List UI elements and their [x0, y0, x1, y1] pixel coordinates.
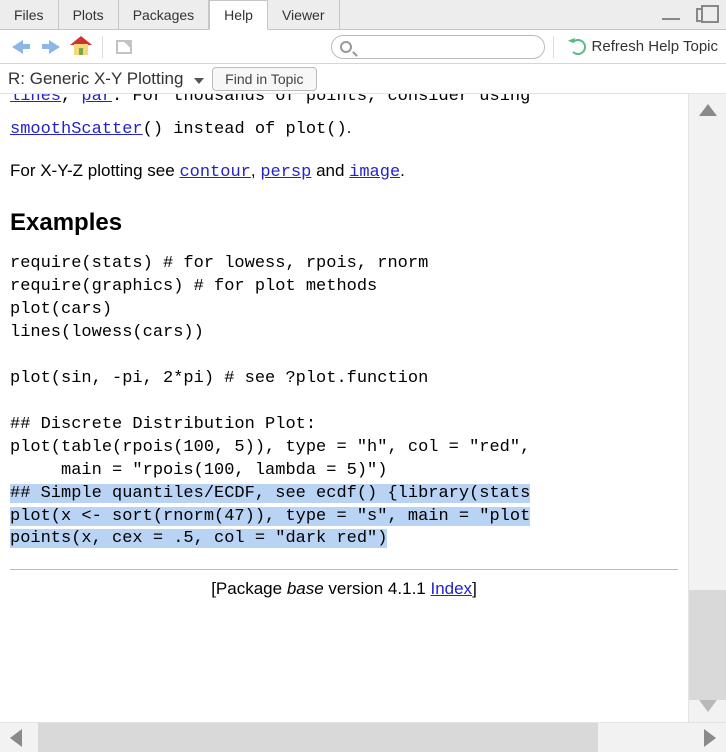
- refresh-help-button[interactable]: Refresh Help Topic: [570, 38, 718, 55]
- help-text-fragment: lines, par. For thousands of points, con…: [10, 94, 678, 109]
- link-contour[interactable]: contour: [179, 163, 250, 182]
- toolbar-divider: [102, 36, 103, 58]
- footer-separator: [10, 569, 678, 570]
- example-code-selected[interactable]: ## Simple quantiles/ECDF, see ecdf() {li…: [10, 483, 678, 552]
- horizontal-scroll-thumb[interactable]: [38, 723, 598, 752]
- horizontal-scrollbar[interactable]: [0, 722, 726, 752]
- tab-help[interactable]: Help: [209, 0, 268, 30]
- tab-viewer[interactable]: Viewer: [268, 0, 340, 29]
- scroll-left-arrow-icon[interactable]: [10, 729, 22, 747]
- footer-package-name: base: [287, 579, 324, 598]
- link-lines[interactable]: lines: [10, 94, 61, 106]
- show-in-new-window-button[interactable]: [111, 34, 137, 60]
- selected-text: ## Simple quantiles/ECDF, see ecdf() {li…: [10, 484, 530, 549]
- help-text-line: smoothScatter() instead of plot().: [10, 117, 678, 142]
- help-search-field[interactable]: [356, 38, 536, 55]
- example-code-block[interactable]: require(stats) # for lowess, rpois, rnor…: [10, 253, 678, 482]
- maximize-pane-icon[interactable]: [690, 2, 716, 28]
- forward-button[interactable]: [38, 34, 64, 60]
- link-persp[interactable]: persp: [260, 163, 311, 182]
- help-text: and: [311, 161, 349, 180]
- help-text: . For thousands of points, consider usin…: [112, 94, 530, 106]
- help-search-input[interactable]: [331, 35, 545, 59]
- link-smoothscatter[interactable]: smoothScatter: [10, 120, 143, 139]
- scroll-right-arrow-icon[interactable]: [704, 729, 716, 747]
- back-button[interactable]: [8, 34, 34, 60]
- pane-tabbar: Files Plots Packages Help Viewer: [0, 0, 726, 30]
- examples-heading: Examples: [10, 207, 678, 239]
- help-toolbar: Refresh Help Topic: [0, 30, 726, 64]
- refresh-icon: [570, 39, 586, 55]
- footer-text: [Package: [211, 579, 287, 598]
- scroll-down-arrow-icon[interactable]: [699, 700, 717, 712]
- find-in-topic-button[interactable]: Find in Topic: [212, 67, 316, 91]
- home-button[interactable]: [68, 34, 94, 60]
- link-par[interactable]: par: [81, 94, 112, 106]
- help-text: () instead of: [143, 120, 286, 139]
- help-text: .: [347, 118, 352, 137]
- link-image[interactable]: image: [349, 163, 400, 182]
- link-package-index[interactable]: Index: [430, 579, 472, 598]
- help-paragraph: For X-Y-Z plotting see contour, persp an…: [10, 160, 678, 185]
- topic-title[interactable]: R: Generic X-Y Plotting: [8, 69, 204, 89]
- toolbar-divider-2: [553, 36, 554, 58]
- topic-row: R: Generic X-Y Plotting Find in Topic: [0, 64, 726, 94]
- footer-text: version 4.1.1: [324, 579, 431, 598]
- topic-dropdown-icon: [194, 78, 204, 84]
- minimize-pane-icon[interactable]: [658, 2, 684, 28]
- tab-files[interactable]: Files: [0, 0, 59, 29]
- search-icon: [340, 41, 352, 53]
- topic-title-text: R: Generic X-Y Plotting: [8, 69, 183, 88]
- help-text: For X-Y-Z plotting see: [10, 161, 179, 180]
- scroll-up-arrow-icon[interactable]: [699, 104, 717, 116]
- package-footer: [Package base version 4.1.1 Index]: [10, 578, 678, 601]
- tab-packages[interactable]: Packages: [119, 0, 209, 29]
- refresh-help-label: Refresh Help Topic: [592, 38, 718, 55]
- tab-plots[interactable]: Plots: [59, 0, 119, 29]
- vertical-scroll-thumb[interactable]: [689, 590, 726, 700]
- help-code-inline: plot(): [285, 120, 346, 139]
- help-content: lines, par. For thousands of points, con…: [0, 94, 688, 722]
- footer-text: ]: [472, 579, 477, 598]
- horizontal-scroll-track[interactable]: [32, 723, 704, 752]
- vertical-scrollbar[interactable]: [688, 94, 726, 722]
